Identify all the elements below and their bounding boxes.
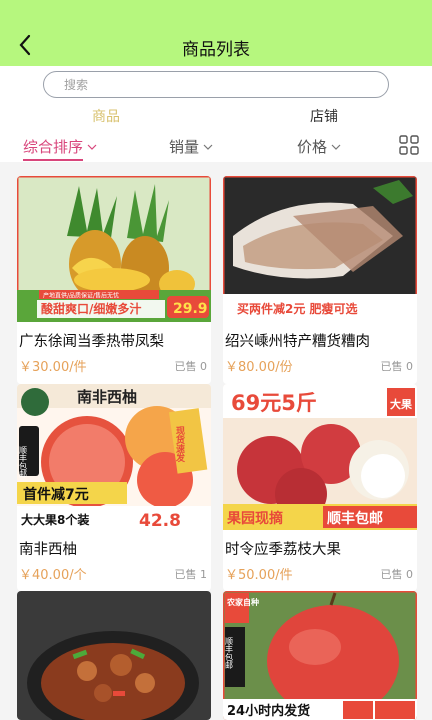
- image-discount: 首件减7元: [23, 486, 89, 503]
- product-sold-count: 已售 1: [174, 568, 208, 581]
- sort-price[interactable]: 价格: [297, 136, 341, 157]
- product-price: ￥50.00/件: [225, 568, 293, 583]
- product-sold-count: 已售 0: [380, 360, 414, 373]
- top-bar: 商品列表: [0, 0, 432, 66]
- active-sort-underline: [23, 159, 83, 161]
- image-sf: 顺丰包邮: [19, 446, 28, 479]
- product-name: 南非西柚: [19, 542, 77, 558]
- image-sf: 顺丰包邮: [327, 510, 383, 527]
- image-caption-small: 产地直供/品质保证/售后无忧: [43, 292, 119, 300]
- product-sold-count: 已售 0: [174, 360, 208, 373]
- image-slogan: 酸甜爽口/细嫩多汁: [41, 301, 141, 316]
- product-card[interactable]: 南非西柚 顺丰包邮 现货速发 首件减7元 大大果8个装 42.8 南非西柚 ￥4…: [17, 384, 211, 591]
- chevron-down-icon: [203, 144, 213, 150]
- product-price: ￥80.00/份: [225, 360, 293, 375]
- chevron-down-icon: [87, 144, 97, 150]
- product-image: 南非西柚 顺丰包邮 现货速发 首件减7元 大大果8个装 42.8: [17, 384, 211, 530]
- product-card[interactable]: 买两件减2元 肥瘦可选 绍兴嵊州特产糟货糟肉 ￥80.00/份 已售 0: [223, 176, 417, 384]
- tab-shop[interactable]: 店铺: [310, 106, 338, 126]
- grid-view-icon[interactable]: [398, 134, 420, 156]
- product-name: 时令应季荔枝大果: [225, 542, 341, 558]
- sort-sales[interactable]: 销量: [169, 136, 213, 157]
- image-price-tag: 29.9: [173, 301, 208, 317]
- image-farm: 农家自种: [226, 597, 259, 607]
- product-sold-count: 已售 0: [380, 568, 414, 581]
- product-price: ￥30.00/件: [19, 360, 87, 375]
- product-card[interactable]: 产地直供/品质保证/售后无忧 酸甜爽口/细嫩多汁 29.9 广东徐闻当季热带凤梨…: [17, 176, 211, 384]
- image-orchard: 果园现摘: [226, 510, 283, 527]
- sort-sales-label: 销量: [169, 138, 200, 156]
- image-title: 南非西柚: [77, 388, 137, 406]
- image-ship: 24小时内发货: [227, 703, 310, 719]
- product-card[interactable]: [17, 591, 211, 720]
- product-card[interactable]: 农家自种 顺丰包邮 24小时内发货: [223, 591, 417, 720]
- page-title: 商品列表: [182, 40, 250, 60]
- image-headline: 69元5斤: [231, 391, 317, 415]
- image-sf: 顺丰包邮: [225, 637, 234, 670]
- product-image: 产地直供/品质保证/售后无忧 酸甜爽口/细嫩多汁 29.9: [17, 176, 211, 322]
- tab-goods[interactable]: 商品: [92, 106, 120, 126]
- search-input[interactable]: [43, 71, 389, 98]
- product-image: 买两件减2元 肥瘦可选: [223, 176, 417, 322]
- image-bundle-price: 42.8: [139, 511, 181, 530]
- product-price: ￥40.00/个: [19, 568, 87, 583]
- image-promo: 买两件减2元 肥瘦可选: [237, 301, 358, 316]
- product-name: 绍兴嵊州特产糟货糟肉: [225, 334, 370, 350]
- sort-comprehensive-label: 综合排序: [23, 138, 84, 156]
- sort-price-label: 价格: [297, 138, 328, 156]
- filter-panel: 商品 店铺 综合排序 销量 价格: [0, 66, 432, 162]
- chevron-down-icon: [331, 144, 341, 150]
- product-name: 广东徐闻当季热带凤梨: [19, 334, 164, 350]
- product-card[interactable]: 69元5斤 大果 果园现摘 顺丰包邮 时令应季荔枝大果 ￥50.00/件 已售 …: [223, 384, 417, 591]
- product-image: 69元5斤 大果 果园现摘 顺丰包邮: [223, 384, 417, 530]
- product-image: 农家自种 顺丰包邮 24小时内发货: [223, 591, 417, 720]
- sort-comprehensive[interactable]: 综合排序: [23, 136, 97, 157]
- image-big: 大果: [390, 397, 412, 411]
- image-bundle: 大大果8个装: [21, 512, 89, 527]
- product-image: [17, 591, 211, 720]
- image-fresh: 现货速发: [174, 426, 186, 463]
